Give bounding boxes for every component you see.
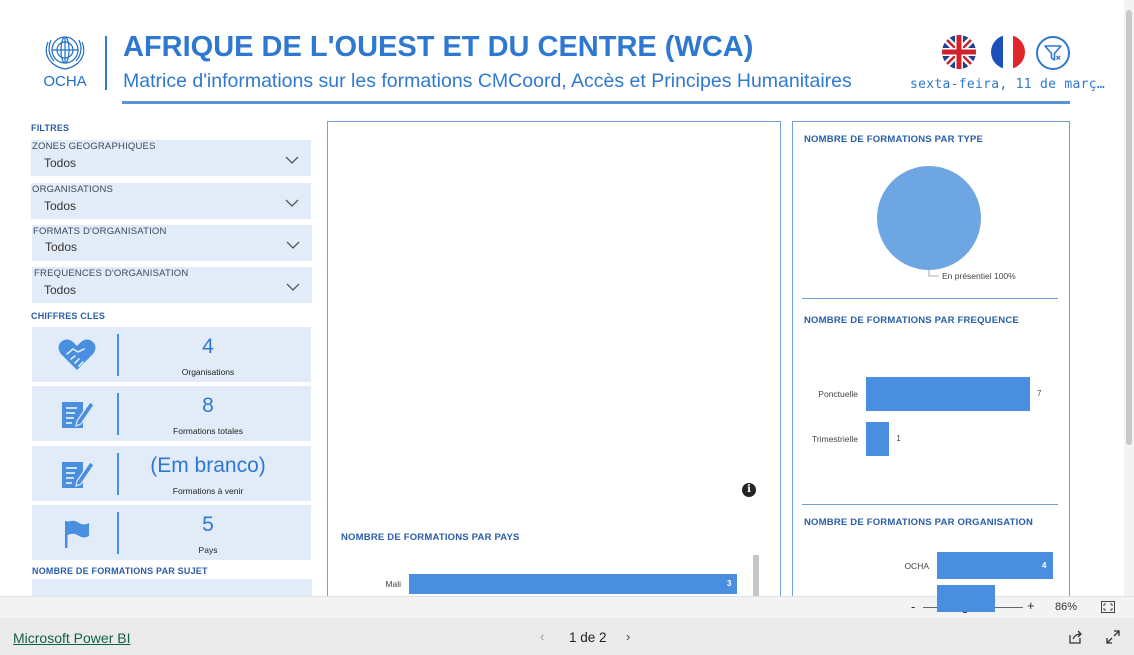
key-figures-heading: CHIFFRES CLES: [31, 311, 106, 321]
header-divider: [105, 36, 107, 90]
kpi-value: 5: [202, 513, 214, 536]
pays-chart-scrollbar[interactable]: [753, 555, 759, 600]
type-chart-title: NOMBRE DE FORMATIONS PAR TYPE: [804, 134, 984, 145]
kpi-card-pays: 5 Pays: [32, 505, 311, 560]
bar[interactable]: [937, 585, 995, 612]
bar[interactable]: [937, 552, 1053, 579]
share-icon[interactable]: [1067, 630, 1083, 644]
slicer-title: ZONES GEOGRAPHIQUES: [32, 141, 156, 152]
slicer-value: Todos: [44, 199, 77, 213]
slicer-value: Todos: [44, 156, 77, 170]
clear-filters-button[interactable]: [1036, 36, 1070, 70]
chevron-down-icon: [285, 156, 299, 164]
kpi-value: 4: [202, 335, 214, 358]
bar-value-label: 7: [1037, 389, 1042, 398]
slicer-title: FREQUENCES D'ORGANISATION: [34, 268, 189, 279]
kpi-label: Formations à venir: [172, 486, 244, 496]
pie-leader-line: [928, 270, 939, 277]
slicer-value: Todos: [44, 283, 77, 297]
slicer-title: FORMATS D'ORGANISATION: [33, 226, 167, 237]
kpi-label: Pays: [198, 545, 218, 555]
zoom-out-button[interactable]: -: [911, 599, 915, 614]
chevron-down-icon: [285, 199, 299, 207]
page-scrollbar-thumb[interactable]: [1126, 10, 1132, 445]
kpi-card-organisations: 4 Organisations: [32, 327, 311, 382]
footer-bar: Microsoft Power BI ‹ 1 de 2 ›: [0, 618, 1134, 655]
report-date: sexta-feira, 11 de março de 2022: [910, 77, 1105, 92]
france-flag-icon[interactable]: [991, 35, 1025, 69]
page-scrollbar[interactable]: [1124, 0, 1134, 596]
panel-divider: [802, 504, 1058, 505]
pie-slice-label: En présentiel 100%: [942, 271, 1016, 281]
page-title: AFRIQUE DE L'OUEST ET DU CENTRE (WCA): [123, 31, 754, 63]
bar-value-label: 4: [1042, 560, 1047, 570]
slicer-formats-organisation[interactable]: FORMATS D'ORGANISATION Todos: [32, 225, 312, 261]
bar-category-label: OCHA: [904, 560, 929, 571]
frequence-chart-title: NOMBRE DE FORMATIONS PAR FREQUENCE: [804, 315, 1019, 326]
header-rule: [122, 101, 1070, 104]
bar-value-label: 3: [727, 579, 732, 588]
handshake-heart-icon: [58, 339, 96, 370]
kpi-label: Formations totales: [173, 426, 243, 436]
slicer-organisations[interactable]: ORGANISATIONS Todos: [31, 183, 311, 219]
chevron-down-icon: [286, 283, 300, 291]
bar-category-label: Trimestrielle: [812, 434, 858, 444]
organisation-chart-title: NOMBRE DE FORMATIONS PAR ORGANISATION: [804, 517, 1034, 528]
bar[interactable]: [866, 422, 890, 456]
type-pie-chart: En présentiel 100%: [877, 166, 1016, 281]
panel-divider: [802, 298, 1058, 299]
kpi-card-formations-totales: 8 Formations totales: [32, 386, 311, 441]
slicer-zones-geographiques[interactable]: ZONES GEOGRAPHIQUES Todos: [31, 140, 311, 176]
ocha-logo-text: OCHA: [43, 73, 87, 90]
pie-slice[interactable]: [877, 166, 981, 270]
page-subtitle: Matrice d'informations sur les formation…: [123, 70, 852, 92]
map-panel: [327, 121, 781, 601]
kpi-value: (Em branco): [150, 454, 266, 477]
bar-category-label: Mali: [385, 579, 401, 589]
next-page-button[interactable]: ›: [626, 629, 630, 644]
pays-chart-title: NOMBRE DE FORMATIONS PAR PAYS: [341, 532, 520, 543]
filters-heading: FILTRES: [31, 123, 70, 133]
zoom-in-button[interactable]: +: [1027, 598, 1035, 613]
document-edit-icon: [62, 401, 95, 428]
kpi-value: 8: [202, 394, 214, 417]
kpi-card-formations-a-venir: (Em branco) Formations à venir: [32, 446, 311, 501]
bar-category-label: Ponctuelle: [818, 389, 858, 399]
previous-page-button[interactable]: ‹: [540, 629, 544, 644]
fit-to-page-icon[interactable]: [1101, 601, 1115, 613]
kpi-label: Organisations: [181, 367, 235, 377]
fullscreen-icon[interactable]: [1106, 630, 1120, 644]
info-icon[interactable]: i: [742, 483, 756, 497]
bar[interactable]: [866, 377, 1030, 411]
zoom-level: 86%: [1055, 601, 1078, 613]
bar[interactable]: [409, 574, 737, 594]
uk-flag-icon[interactable]: [942, 35, 976, 69]
page-indicator: 1 de 2: [569, 630, 607, 645]
document-edit-icon: [62, 461, 95, 488]
bar-value-label: 1: [896, 434, 901, 443]
slicer-value: Todos: [45, 240, 78, 254]
chevron-down-icon: [286, 241, 300, 249]
slicer-frequences-organisation[interactable]: FREQUENCES D'ORGANISATION Todos: [32, 267, 312, 303]
slicer-title: ORGANISATIONS: [32, 184, 114, 195]
flag-icon: [65, 520, 89, 548]
sujet-chart-title: NOMBRE DE FORMATIONS PAR SUJET: [32, 566, 208, 576]
power-bi-link[interactable]: Microsoft Power BI: [13, 630, 130, 646]
filter-clear-icon: [1044, 45, 1062, 61]
